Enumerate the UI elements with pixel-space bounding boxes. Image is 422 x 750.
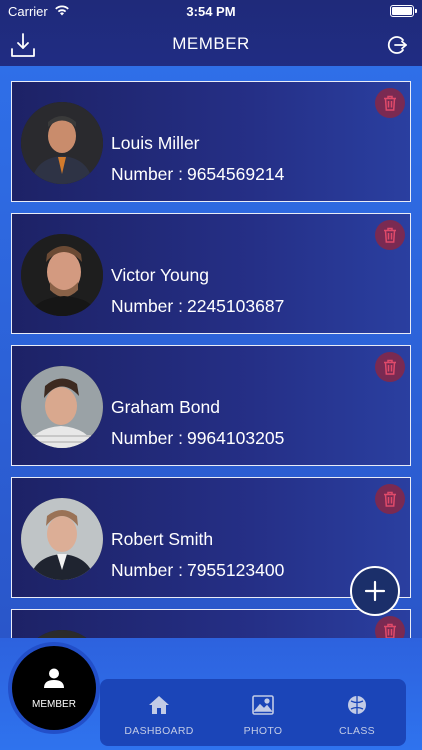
member-name: Louis Miller — [111, 133, 200, 153]
delete-button[interactable] — [375, 220, 405, 250]
member-number: Number :2245103687 — [111, 296, 284, 317]
delete-button[interactable] — [375, 616, 405, 638]
page-title: MEMBER — [172, 34, 250, 53]
member-card[interactable] — [11, 609, 411, 638]
tab-dashboard-label: DASHBOARD — [124, 725, 194, 737]
number-value: 9964103205 — [186, 428, 285, 448]
number-label: Number : — [111, 428, 183, 448]
tab-photo-label: PHOTO — [243, 725, 283, 737]
member-name: Victor Young — [111, 265, 209, 285]
member-number: Number :9964103205 — [111, 428, 284, 449]
battery-icon — [390, 5, 417, 17]
status-bar: Carrier 3:54 PM — [0, 0, 422, 22]
delete-button[interactable] — [375, 352, 405, 382]
avatar — [21, 102, 103, 184]
tab-class-label: CLASS — [339, 725, 375, 737]
avatar — [21, 498, 103, 580]
status-time: 3:54 PM — [186, 3, 236, 19]
status-left: Carrier — [8, 4, 148, 19]
tab-bar: DASHBOARD PHOTO CLASS — [100, 679, 406, 746]
avatar — [21, 234, 103, 316]
number-value: 2245103687 — [186, 296, 285, 316]
tab-photo[interactable]: PHOTO — [218, 679, 308, 746]
tab-member-label: MEMBER — [32, 698, 76, 710]
avatar — [21, 366, 103, 448]
delete-button[interactable] — [375, 484, 405, 514]
photo-icon — [251, 693, 275, 717]
tab-class[interactable]: CLASS — [308, 679, 406, 746]
member-card[interactable]: Graham Bond Number :9964103205 — [11, 345, 411, 466]
plus-icon — [364, 580, 386, 602]
trash-icon — [384, 491, 396, 507]
tab-member[interactable]: MEMBER — [12, 646, 96, 730]
number-label: Number : — [111, 296, 183, 316]
member-number: Number :7955123400 — [111, 560, 284, 581]
member-card[interactable]: Victor Young Number :2245103687 — [11, 213, 411, 334]
logout-icon[interactable] — [382, 30, 412, 60]
member-list[interactable]: Louis Miller Number :9654569214 Victor Y… — [0, 66, 422, 638]
download-icon[interactable] — [8, 30, 38, 60]
trash-icon — [384, 227, 396, 243]
add-member-button[interactable] — [350, 566, 400, 616]
avatar — [21, 630, 103, 638]
number-value: 7955123400 — [186, 560, 285, 580]
tab-dashboard[interactable]: DASHBOARD — [100, 679, 218, 746]
member-name: Robert Smith — [111, 529, 214, 549]
member-card[interactable]: Robert Smith Number :7955123400 — [11, 477, 411, 598]
trash-icon — [384, 359, 396, 375]
wifi-icon — [54, 4, 70, 19]
member-card[interactable]: Louis Miller Number :9654569214 — [11, 81, 411, 202]
number-label: Number : — [111, 164, 183, 184]
carrier-label: Carrier — [8, 3, 48, 19]
person-icon — [43, 667, 65, 692]
member-name: Graham Bond — [111, 397, 220, 417]
trash-icon — [384, 95, 396, 111]
delete-button[interactable] — [375, 88, 405, 118]
ball-icon — [345, 693, 369, 717]
home-icon — [147, 693, 171, 717]
number-value: 9654569214 — [186, 164, 285, 184]
trash-icon — [384, 623, 396, 638]
number-label: Number : — [111, 560, 183, 580]
nav-bar: MEMBER — [0, 22, 422, 66]
member-number: Number :9654569214 — [111, 164, 284, 185]
